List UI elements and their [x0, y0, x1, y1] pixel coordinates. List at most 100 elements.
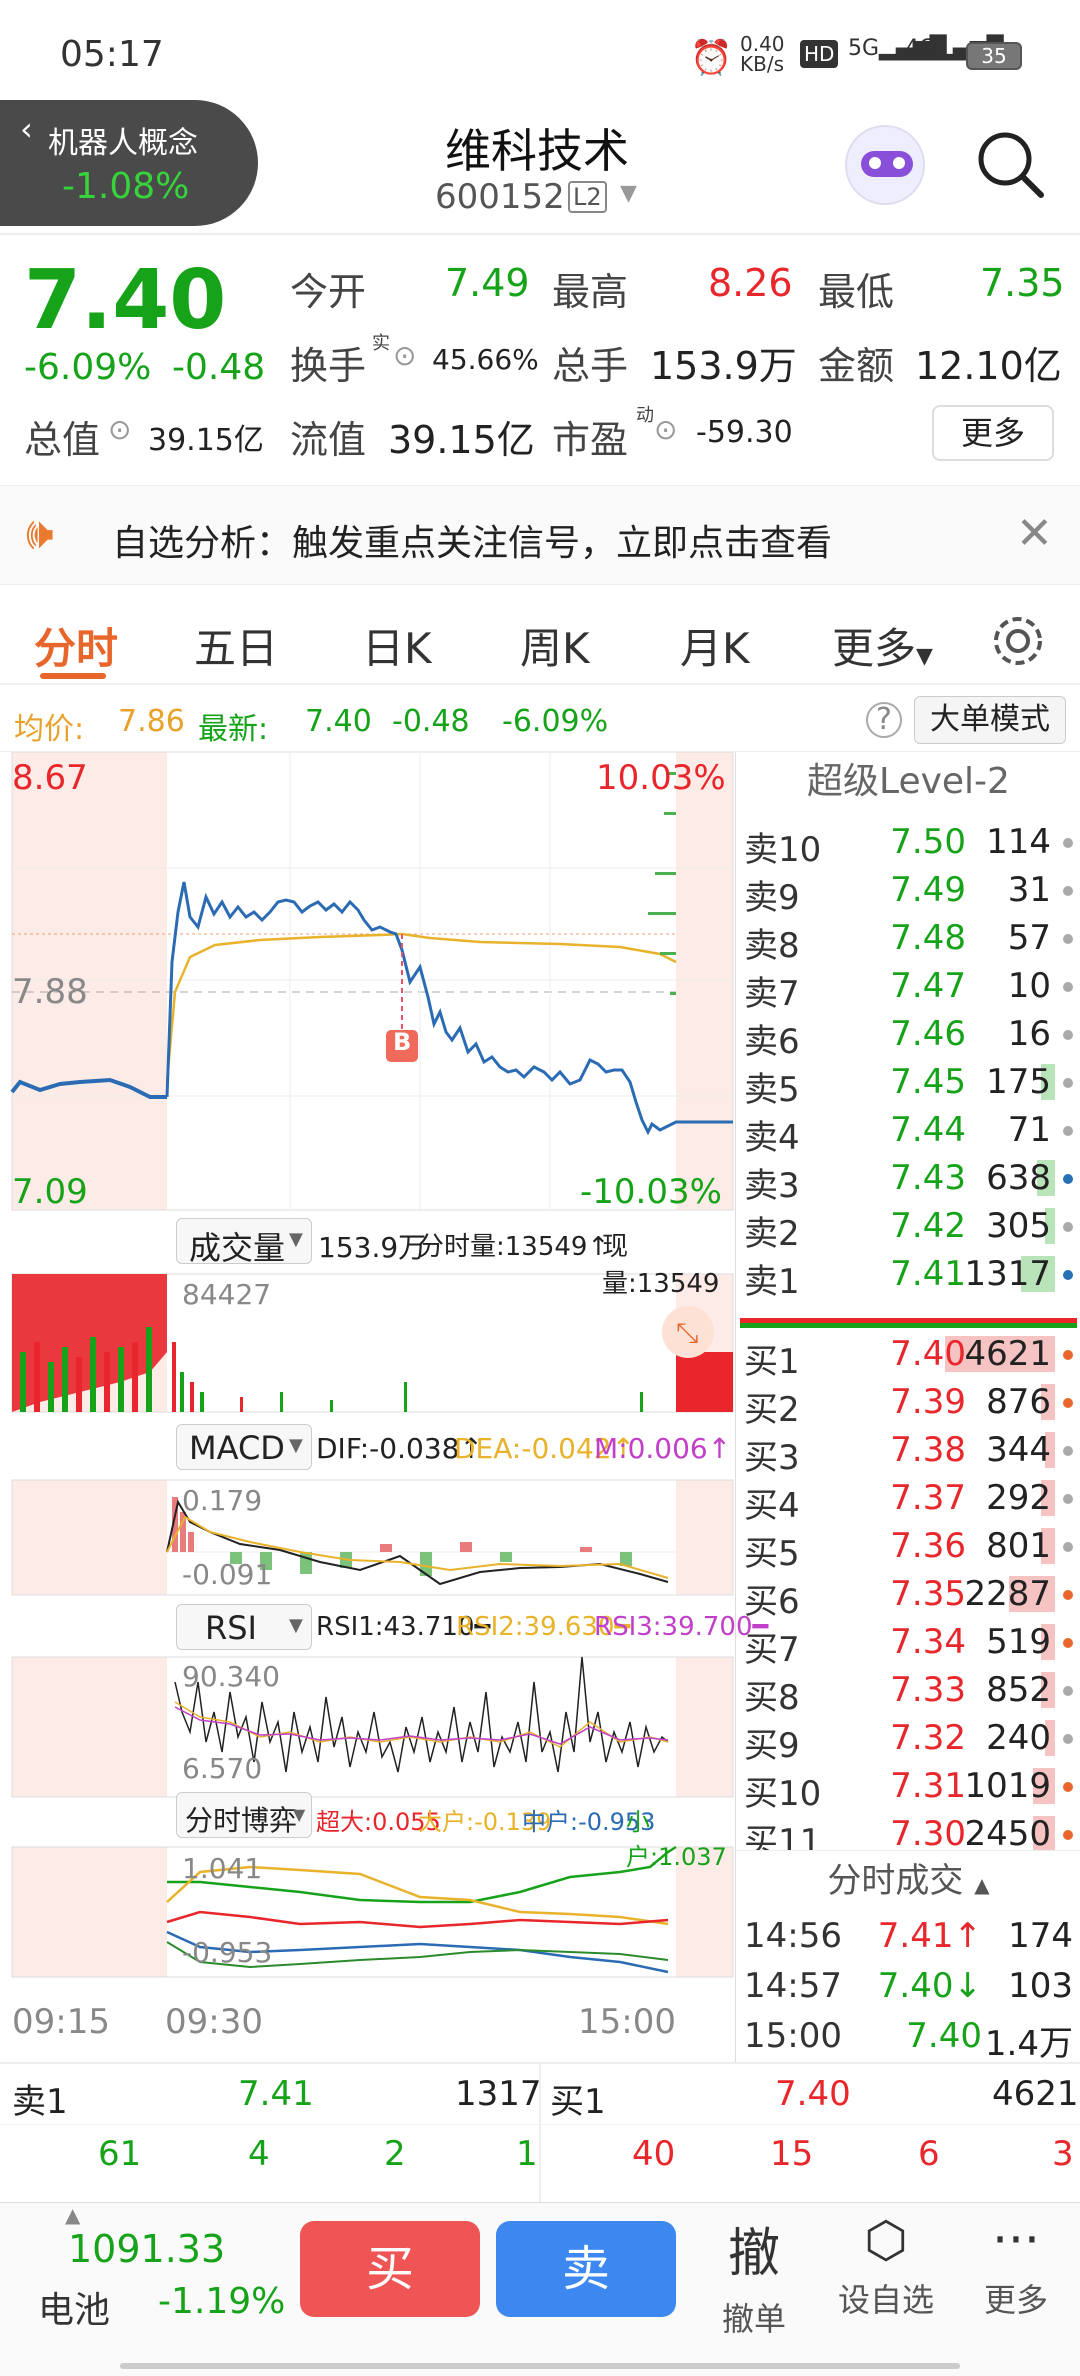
ask-row[interactable]: 卖10 7.50 114	[736, 818, 1080, 870]
ask-row[interactable]: 卖3 7.43 638	[736, 1154, 1080, 1206]
dot-icon	[1063, 1174, 1073, 1184]
trades-header[interactable]: 分时成交 ▲	[736, 1850, 1080, 1910]
bid-label: 买7	[744, 1630, 800, 1670]
mktcap-value: 39.15亿	[148, 423, 264, 458]
ask-row[interactable]: 卖7 7.47 10	[736, 962, 1080, 1014]
tab-five-day[interactable]: 五日	[194, 615, 278, 676]
dot-icon	[1063, 1734, 1073, 1744]
ask-volume: 31	[1007, 870, 1051, 910]
dot-icon	[1063, 1638, 1073, 1648]
bid-row[interactable]: 买1 7.40 4621	[736, 1330, 1080, 1382]
bid-price: 7.33	[890, 1670, 966, 1710]
bid-volume: 240	[986, 1718, 1051, 1758]
order-book[interactable]: 超级Level-2 卖10 7.50 114 卖9 7.49 31 卖8 7.48 57 卖7 7.…	[735, 752, 1080, 2064]
ask-row[interactable]: 卖8 7.48 57	[736, 914, 1080, 966]
time-end: 15:00	[578, 2002, 676, 2042]
trade-time: 14:56	[744, 1916, 842, 1956]
chevron-down-icon: ▼	[289, 1435, 303, 1456]
chevron-up-icon[interactable]: ▲	[65, 2203, 80, 2227]
ask-row[interactable]: 卖4 7.44 71	[736, 1106, 1080, 1158]
sell1-label: 卖1	[12, 2082, 68, 2122]
stock-header: ‹ 机器人概念 -1.08% 维科技术 600152 L2 ▼	[0, 95, 1080, 235]
bid-row[interactable]: 买10 7.31 1019	[736, 1762, 1080, 1814]
bid-divider	[740, 1323, 1077, 1328]
bid-row[interactable]: 买8 7.33 852	[736, 1666, 1080, 1718]
bid-row[interactable]: 买6 7.35 2287	[736, 1570, 1080, 1622]
info-dots-icon[interactable]: ⊙	[108, 413, 131, 446]
tab-daily-k[interactable]: 日K	[362, 615, 432, 676]
speaker-icon: 🕪	[26, 508, 54, 559]
sell-button[interactable]: 卖	[496, 2221, 676, 2317]
macd-indicator-select[interactable]: MACD ▼	[176, 1424, 312, 1470]
vol-label: 成交量	[189, 1229, 286, 1267]
intraday-chart[interactable]: ⤡ 8.67 10.03% 7.88 7.09 -10.03% B 成交量 ▼ …	[0, 752, 768, 2062]
volume-indicator-select[interactable]: 成交量 ▼	[176, 1218, 312, 1267]
index-value[interactable]: 1091.33	[68, 2227, 225, 2271]
ask-price: 7.50	[890, 822, 966, 862]
back-icon[interactable]: ‹	[20, 110, 33, 148]
ask-row[interactable]: 卖6 7.46 16	[736, 1010, 1080, 1062]
macd-m: M:0.006↑	[594, 1432, 732, 1465]
info-dots-icon[interactable]: ⊙	[393, 339, 416, 372]
tab-more[interactable]: 更多▼	[832, 615, 933, 676]
cancel-order-button[interactable]: 撤 撤单	[706, 2211, 802, 2341]
add-watchlist-button[interactable]: ⬡ 设自选	[826, 2211, 946, 2341]
ask-row[interactable]: 卖2 7.42 305	[736, 1202, 1080, 1254]
top-pct-label: 10.03%	[596, 758, 726, 798]
change-abs: -0.48	[172, 347, 266, 388]
buy-button[interactable]: 买	[300, 2221, 480, 2317]
more-quote-button[interactable]: 更多	[932, 405, 1054, 461]
concept-badge[interactable]: ‹ 机器人概念 -1.08%	[0, 100, 258, 226]
ask-label: 卖1	[744, 1262, 800, 1302]
rsi-label: RSI	[205, 1609, 257, 1647]
change-pct: -6.09%	[24, 347, 152, 388]
ask-row[interactable]: 卖1 7.41 1317	[736, 1250, 1080, 1302]
dot-icon	[1063, 1494, 1073, 1504]
level2-badge[interactable]: L2	[568, 181, 607, 213]
tab-fenshi[interactable]: 分时	[34, 615, 118, 676]
dot-icon	[1063, 1782, 1073, 1792]
rsi-indicator-select[interactable]: RSI ▼	[176, 1604, 312, 1650]
info-dots-icon[interactable]: ⊙	[654, 413, 677, 446]
bid-label: 买3	[744, 1438, 800, 1478]
bid-row[interactable]: 买9 7.32 240	[736, 1714, 1080, 1766]
bid-row[interactable]: 买2 7.39 876	[736, 1378, 1080, 1430]
bid-row[interactable]: 买11 7.30 2450	[736, 1810, 1080, 1850]
more-button[interactable]: ··· 更多	[966, 2211, 1066, 2341]
sell1-price: 7.41	[238, 2074, 314, 2114]
macd-bottom: -0.091	[182, 1558, 273, 1591]
trade-time: 14:57	[744, 1966, 842, 2006]
ask-row[interactable]: 卖9 7.49 31	[736, 866, 1080, 918]
bid-row[interactable]: 买3 7.38 344	[736, 1426, 1080, 1478]
tab-monthly-k[interactable]: 月K	[680, 615, 750, 676]
trade-row: 15:00 7.40 1.4万	[736, 2012, 1080, 2064]
big-order-mode-button[interactable]: 大单模式	[914, 696, 1066, 744]
bid-row[interactable]: 买7 7.34 519	[736, 1618, 1080, 1670]
settings-gear-icon[interactable]	[990, 613, 1046, 669]
amount-label: 金额	[818, 344, 895, 388]
watch-label: 设自选	[837, 2281, 934, 2319]
index-name[interactable]: 电池	[38, 2281, 110, 2333]
float-value: 39.15亿	[388, 418, 535, 462]
tab-weekly-k[interactable]: 周K	[520, 615, 590, 676]
help-icon[interactable]: ?	[866, 702, 902, 738]
net-speed: 0.40 KB/s	[740, 32, 785, 76]
notice-bar[interactable]: 🕪 自选分析：触发重点关注信号，立即点击查看 ✕	[0, 485, 1080, 585]
bid-row[interactable]: 买5 7.36 801	[736, 1522, 1080, 1574]
index-change[interactable]: -1.19%	[158, 2281, 285, 2322]
bid-volume: 852	[986, 1670, 1051, 1710]
fbb-indicator-select[interactable]: 分时博弈 ▼	[176, 1792, 312, 1838]
ask-volume: 638	[986, 1158, 1051, 1198]
dot-icon	[1063, 1222, 1073, 1232]
ask-row[interactable]: 卖5 7.45 175	[736, 1058, 1080, 1110]
status-time: 05:17	[60, 34, 164, 75]
search-icon[interactable]	[975, 129, 1047, 201]
bid-row[interactable]: 买4 7.37 292	[736, 1474, 1080, 1526]
chevron-down-icon[interactable]: ▼	[620, 181, 637, 206]
sell-queue-item: 1	[516, 2134, 538, 2174]
chart-svg: ⤡	[10, 752, 734, 1978]
close-icon[interactable]: ✕	[1016, 508, 1053, 559]
ask-volume: 10	[1007, 966, 1051, 1006]
robot-avatar-icon[interactable]	[845, 125, 925, 205]
bid-label: 买8	[744, 1678, 800, 1718]
